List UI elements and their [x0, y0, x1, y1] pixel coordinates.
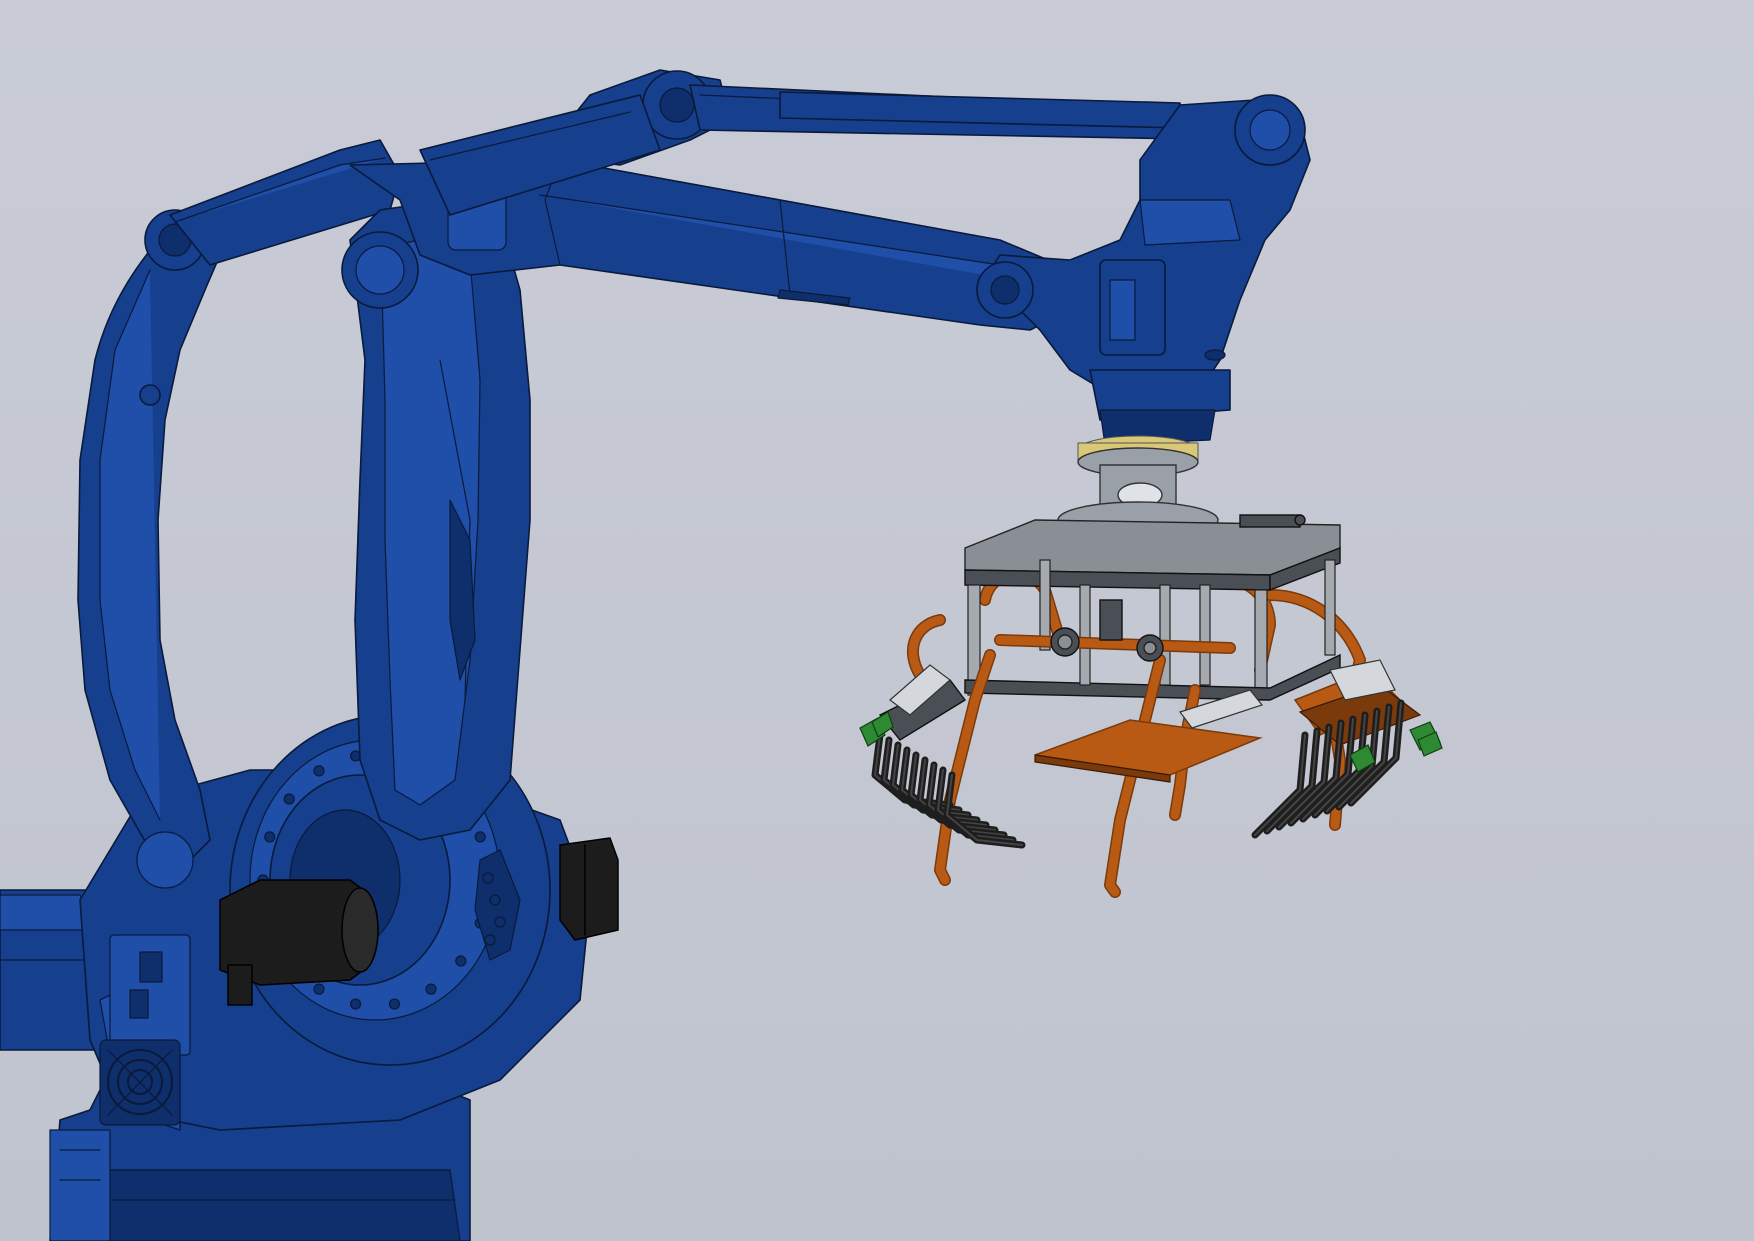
shoulder-bolt: [455, 955, 467, 967]
shoulder-bolt: [264, 831, 276, 843]
shoulder-bolt: [474, 831, 486, 843]
robot-gripper-scene: .b { fill:#163f8e; stroke:#0a1a3a; strok…: [0, 0, 1754, 1241]
servo-motor-right: [559, 837, 619, 941]
shoulder-bolt: [313, 765, 325, 777]
shoulder-bolt: [283, 793, 295, 805]
shoulder-bolt: [388, 998, 401, 1010]
cad-viewport[interactable]: .b { fill:#163f8e; stroke:#0a1a3a; strok…: [0, 0, 1754, 1241]
shoulder-bolt: [425, 983, 437, 995]
shoulder-bolt: [313, 983, 325, 995]
shoulder-bolt: [349, 998, 362, 1010]
